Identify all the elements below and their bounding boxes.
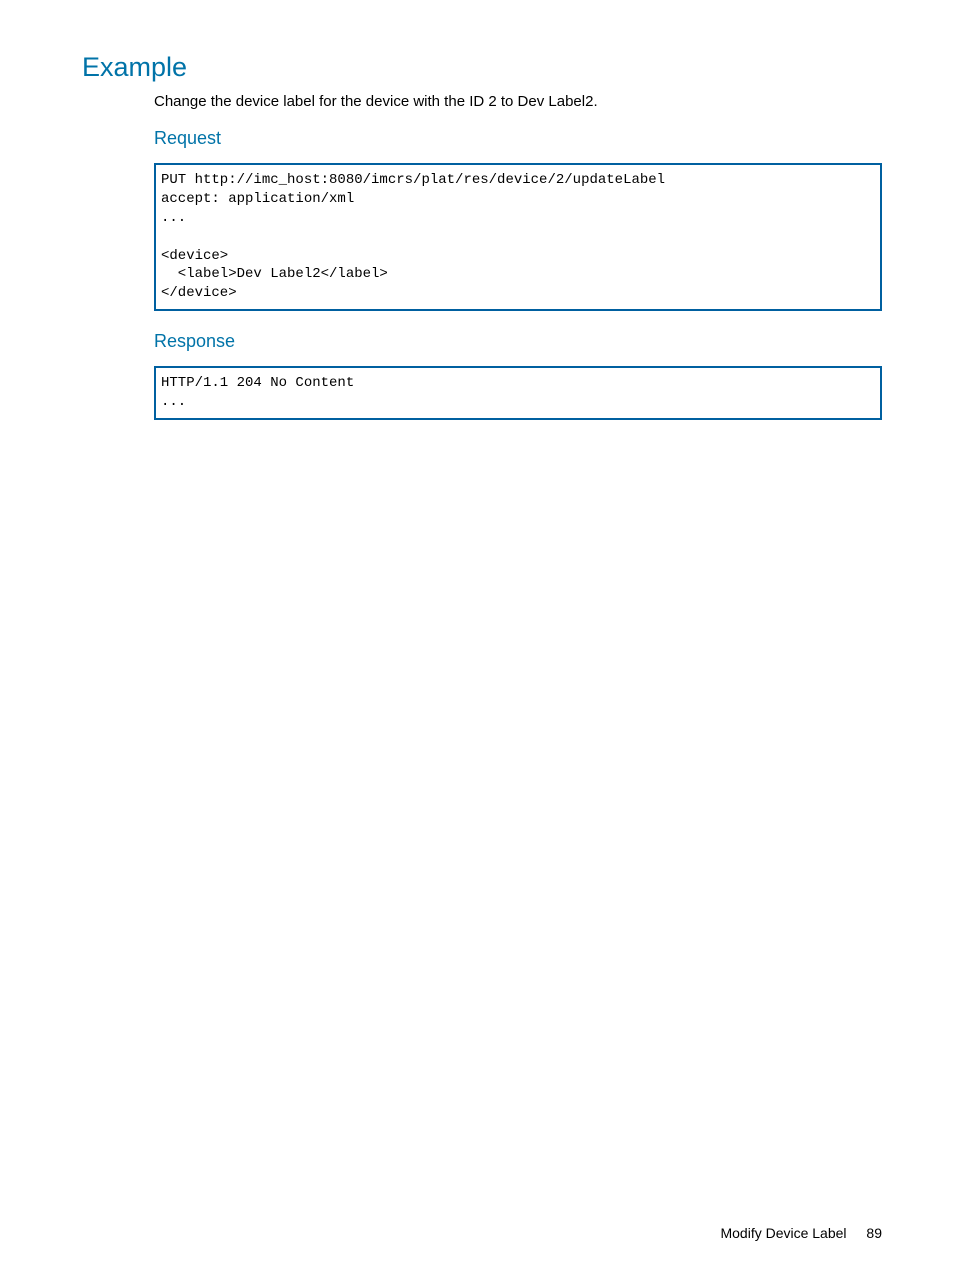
page-footer: Modify Device Label 89 (720, 1225, 882, 1241)
request-code-block: PUT http://imc_host:8080/imcrs/plat/res/… (154, 163, 882, 311)
heading-example: Example (82, 52, 882, 83)
response-code-block: HTTP/1.1 204 No Content ... (154, 366, 882, 420)
heading-response: Response (154, 331, 882, 352)
heading-request: Request (154, 128, 882, 149)
footer-page-number: 89 (866, 1225, 882, 1241)
example-description: Change the device label for the device w… (154, 93, 882, 110)
footer-title: Modify Device Label (720, 1225, 846, 1241)
